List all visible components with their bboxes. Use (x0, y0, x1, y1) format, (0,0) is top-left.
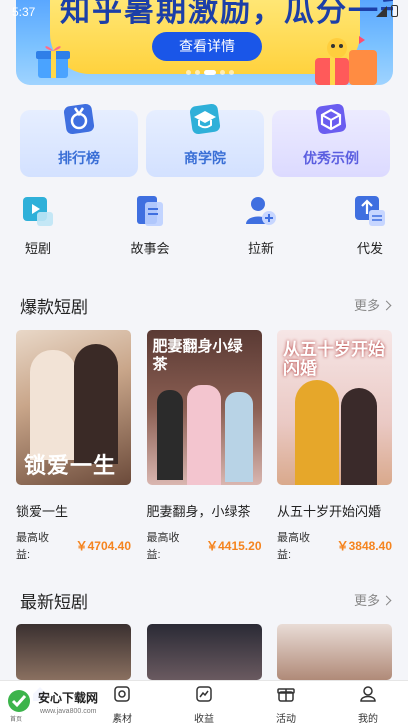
drama-card[interactable]: 从五十岁开始闪婚 从五十岁开始闪婚 最高收益: ￥3848.40 (277, 330, 392, 564)
nav-profile[interactable]: 我的 (338, 685, 398, 725)
earn-label: 最高收益: (16, 532, 49, 561)
quick-distribute[interactable]: 代发 (340, 194, 400, 257)
drama-poster[interactable] (277, 624, 392, 680)
poster-title: 从五十岁开始闪婚 (283, 340, 385, 378)
status-icons (376, 5, 398, 17)
examples-card[interactable]: 优秀示例 (272, 103, 390, 177)
nav-activity[interactable]: 活动 (256, 685, 316, 725)
quick-invite[interactable]: 拉新 (231, 194, 291, 257)
drama-card[interactable]: 肥妻翻身小绿茶 肥妻翻身，小绿茶 最高收益: ￥4415.20 (146, 330, 262, 564)
upload-swap-icon (355, 196, 385, 226)
quick-actions: 短剧 故事会 拉新 代发 (0, 194, 408, 264)
play-video-icon (23, 197, 53, 226)
new-section-header: 最新短剧 更多 (20, 588, 390, 612)
banner-pagination (186, 70, 234, 75)
business-school-label: 商学院 (184, 150, 226, 166)
gift-box-icon (36, 46, 70, 78)
new-drama-list (16, 624, 392, 680)
nav-home-label: 首页 (10, 717, 23, 723)
quick-story-label: 故事会 (130, 241, 170, 256)
battery-icon (391, 5, 398, 17)
earn-label: 最高收益: (277, 532, 310, 561)
watermark-logo-icon (8, 690, 30, 712)
status-bar: 5:37 (0, 0, 408, 24)
drama-card[interactable]: 锁爱一生 锁爱一生 最高收益: ￥4704.40 (16, 330, 131, 564)
earn-value: ￥3848.40 (336, 539, 392, 553)
signal-icon (376, 5, 387, 17)
drama-poster[interactable]: 从五十岁开始闪婚 (277, 330, 392, 485)
ranking-label: 排行榜 (58, 150, 100, 166)
drama-poster[interactable]: 肥妻翻身小绿茶 (146, 330, 262, 485)
hot-drama-list: 锁爱一生 锁爱一生 最高收益: ￥4704.40 肥妻翻身小绿茶 肥妻翻身，小绿… (16, 330, 392, 564)
drama-earnings: 最高收益: ￥4415.20 (147, 530, 262, 564)
add-user-icon (246, 197, 276, 225)
drama-title: 肥妻翻身，小绿茶 (146, 504, 251, 519)
hot-section-title: 爆款短剧 (20, 298, 88, 317)
top-cards: 排行榜 商学院 优秀示例 (20, 103, 390, 177)
new-more-link[interactable]: 更多 (354, 590, 390, 609)
hot-section-header: 爆款短剧 更多 (20, 293, 390, 317)
quick-invite-label: 拉新 (247, 241, 274, 256)
view-details-button[interactable]: 查看详情 (152, 32, 262, 61)
quick-distribute-label: 代发 (356, 241, 383, 256)
watermark: 安心下载网 www.java800.com 首页 (2, 686, 114, 723)
medal-icon (63, 103, 95, 135)
book-icon (137, 196, 163, 226)
watermark-url: www.java800.com (40, 708, 97, 715)
graduation-cap-icon (189, 103, 221, 135)
business-school-card[interactable]: 商学院 (146, 103, 264, 177)
earn-value: ￥4704.40 (75, 539, 131, 553)
status-time: 5:37 (12, 5, 36, 19)
poster-title: 锁爱一生 (24, 453, 117, 478)
material-icon (114, 686, 130, 702)
quick-story[interactable]: 故事会 (120, 194, 180, 257)
ranking-card[interactable]: 排行榜 (20, 103, 138, 177)
quick-short-drama-label: 短剧 (24, 241, 51, 256)
drama-earnings: 最高收益: ￥3848.40 (277, 530, 392, 564)
drama-poster[interactable] (16, 624, 131, 680)
gift-icon (277, 688, 295, 702)
gift-mascot-icon (315, 36, 377, 85)
poster-title: 肥妻翻身小绿茶 (152, 338, 243, 373)
nav-earnings[interactable]: 收益 (174, 685, 234, 725)
earn-label: 最高收益: (146, 532, 180, 561)
nav-activity-label: 活动 (276, 714, 296, 725)
drama-title: 锁爱一生 (16, 504, 69, 519)
new-section-title: 最新短剧 (20, 593, 88, 612)
chart-icon (196, 686, 212, 702)
examples-label: 优秀示例 (303, 150, 359, 166)
user-icon (360, 686, 376, 702)
cube-icon (315, 103, 347, 135)
drama-poster[interactable]: 锁爱一生 (16, 330, 131, 485)
hot-more-link[interactable]: 更多 (354, 295, 390, 314)
earn-value: ￥4415.20 (206, 539, 262, 553)
drama-title: 从五十岁开始闪婚 (277, 504, 382, 519)
nav-profile-label: 我的 (358, 714, 378, 725)
nav-earnings-label: 收益 (194, 714, 214, 725)
watermark-name: 安心下载网 (38, 691, 99, 705)
drama-poster[interactable] (146, 624, 262, 680)
drama-earnings: 最高收益: ￥4704.40 (16, 530, 131, 564)
quick-short-drama[interactable]: 短剧 (8, 194, 68, 257)
